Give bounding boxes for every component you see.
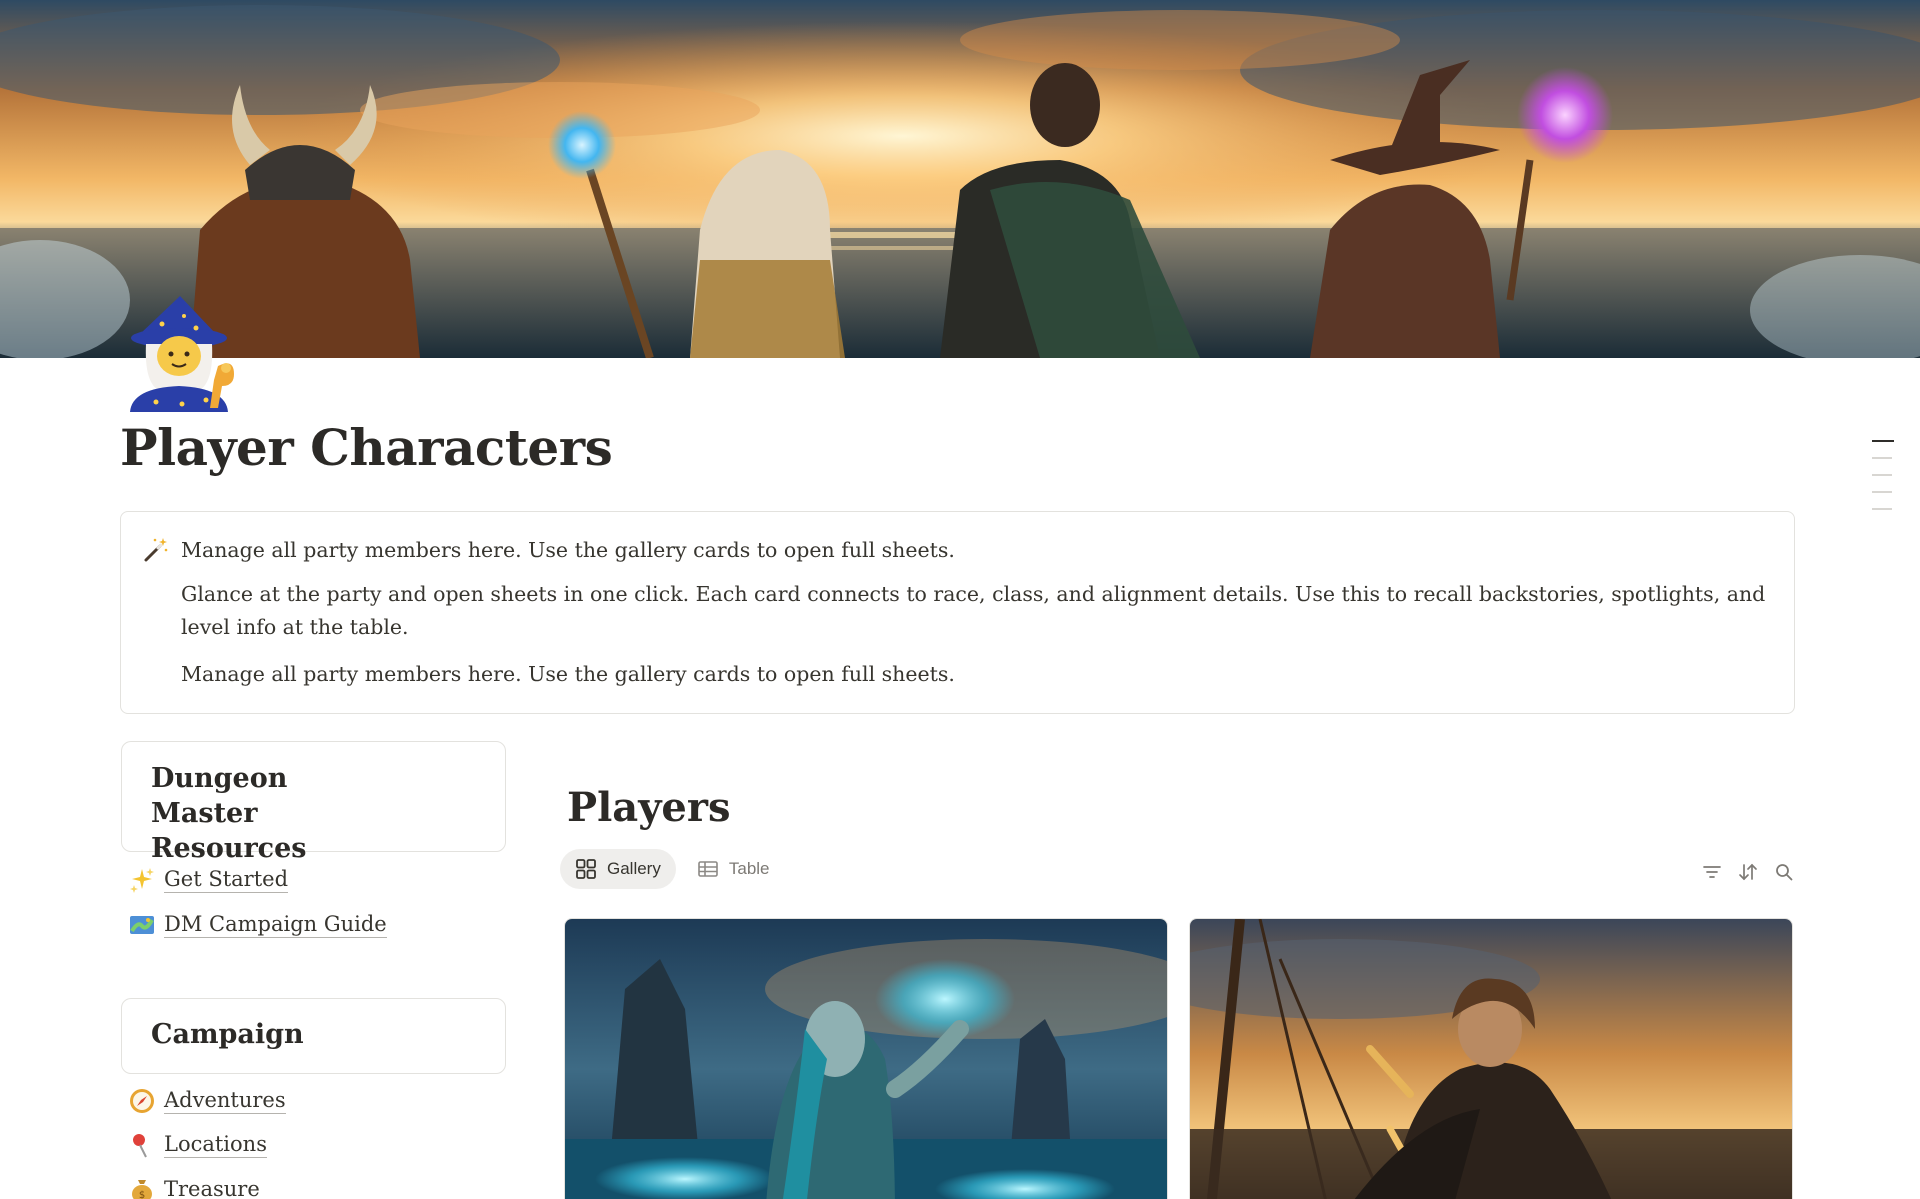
link-locations[interactable]: Locations <box>128 1128 267 1162</box>
link-label[interactable]: Treasure <box>164 1177 260 1199</box>
gallery-icon <box>575 858 597 880</box>
wizard-emoji-icon[interactable] <box>122 296 244 412</box>
gallery-card[interactable] <box>1189 918 1793 1199</box>
outline-marker[interactable] <box>1872 474 1892 476</box>
tab-label: Table <box>728 859 770 878</box>
database-toolbar <box>1688 860 1796 884</box>
search-icon[interactable] <box>1772 860 1796 884</box>
campaign-heading: Campaign <box>151 1019 304 1050</box>
link-label[interactable]: Locations <box>164 1132 267 1158</box>
link-dm-campaign-guide[interactable]: DM Campaign Guide <box>128 908 387 942</box>
outline-marker[interactable] <box>1872 508 1892 510</box>
pin-icon <box>128 1131 156 1159</box>
tab-gallery[interactable]: Gallery <box>560 849 676 889</box>
callout-text-line: Manage all party members here. Use the g… <box>181 538 955 562</box>
database-title[interactable]: Players <box>567 784 730 831</box>
outline-marker[interactable] <box>1872 457 1892 459</box>
link-label[interactable]: DM Campaign Guide <box>164 912 387 938</box>
compass-icon <box>128 1087 156 1115</box>
database-view-tabs: Gallery Table <box>560 849 791 889</box>
tab-table[interactable]: Table <box>682 849 785 889</box>
cover-illustration <box>0 0 1920 358</box>
campaign-heading-box: Campaign <box>121 998 506 1074</box>
callout-block[interactable]: Manage all party members here. Use the g… <box>120 511 1795 714</box>
link-label[interactable]: Adventures <box>164 1088 286 1114</box>
dm-resources-heading: Dungeon Master Resources <box>151 763 307 864</box>
cover-image[interactable] <box>0 0 1920 358</box>
outline-marker[interactable] <box>1872 491 1892 493</box>
money-bag-icon: $ <box>128 1176 156 1199</box>
link-treasure[interactable]: $ Treasure <box>128 1173 260 1199</box>
sparkles-icon <box>128 866 156 894</box>
magic-wand-icon[interactable] <box>141 536 169 564</box>
map-icon <box>128 911 156 939</box>
link-adventures[interactable]: Adventures <box>128 1084 286 1118</box>
link-get-started[interactable]: Get Started <box>128 863 289 897</box>
svg-text:$: $ <box>139 1190 145 1199</box>
sort-icon[interactable] <box>1736 860 1760 884</box>
callout-text-line: Manage all party members here. Use the g… <box>181 662 955 686</box>
tab-label: Gallery <box>607 859 661 878</box>
table-icon <box>697 858 719 880</box>
link-label[interactable]: Get Started <box>164 867 289 893</box>
filter-icon[interactable] <box>1700 860 1724 884</box>
table-of-contents-outline[interactable] <box>1872 440 1894 525</box>
outline-marker[interactable] <box>1872 440 1894 442</box>
sea-elf-druid-illustration <box>565 919 1167 1199</box>
callout-text-line: Glance at the party and open sheets in o… <box>181 582 1766 639</box>
page-title[interactable]: Player Characters <box>120 418 613 477</box>
halfling-rogue-illustration <box>1190 919 1792 1199</box>
gallery-card[interactable] <box>564 918 1168 1199</box>
dm-resources-heading-box: Dungeon Master Resources <box>121 741 506 864</box>
